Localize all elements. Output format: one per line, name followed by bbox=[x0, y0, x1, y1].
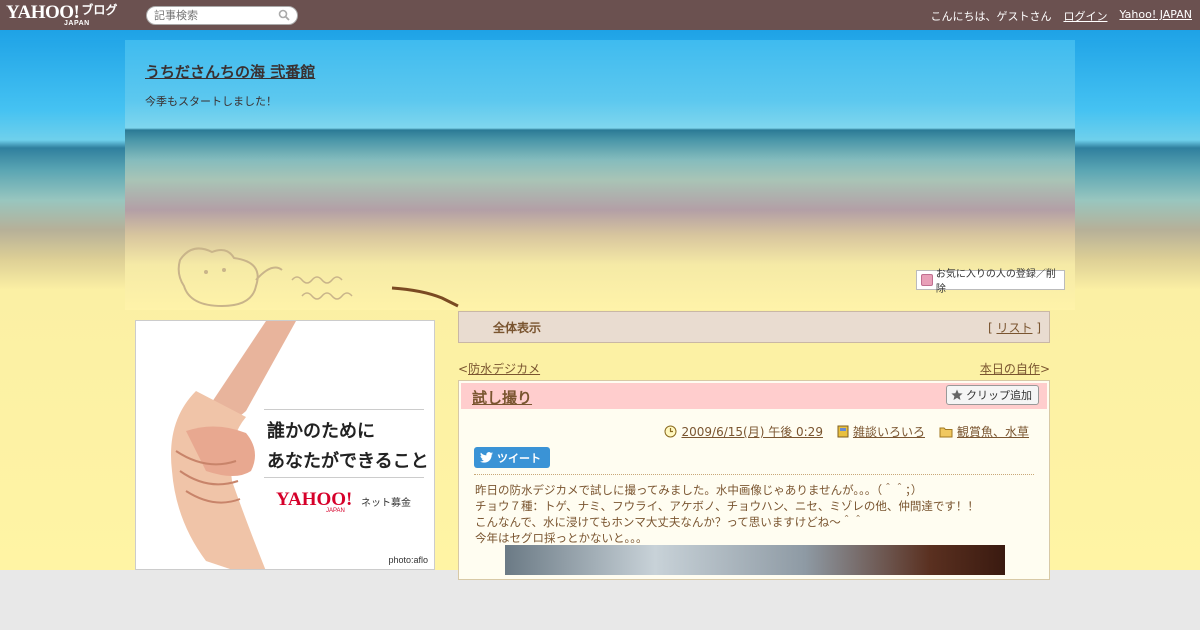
category-all-label: 全体表示 bbox=[493, 320, 542, 335]
book-icon bbox=[837, 425, 849, 438]
prev-arrow: < bbox=[458, 362, 469, 376]
bracket-open: [ bbox=[987, 320, 993, 335]
category-bar: 全体表示 [ リスト ] bbox=[458, 311, 1050, 343]
ad-line-1: 誰かのために bbox=[267, 421, 375, 442]
next-arrow: > bbox=[1039, 362, 1050, 376]
favorite-icon bbox=[921, 274, 933, 286]
clip-add-label: クリップ追加 bbox=[966, 389, 1032, 402]
sand-drawing-image bbox=[177, 247, 459, 308]
post-date-link[interactable]: 2009/6/15(月) 午後 0:29 bbox=[681, 423, 822, 440]
login-link[interactable]: ログイン bbox=[1063, 8, 1107, 24]
post-header: 試し撮り クリップ追加 bbox=[461, 383, 1047, 409]
post-meta: 2009/6/15(月) 午後 0:29 雑談いろいろ 観賞魚、水草 bbox=[664, 423, 1029, 440]
ad-divider bbox=[264, 477, 424, 478]
list-link[interactable]: リスト bbox=[996, 321, 1032, 335]
prev-post: <防水デジカメ bbox=[458, 360, 540, 377]
next-post-link[interactable]: 本日の自作 bbox=[980, 362, 1040, 376]
clip-add-button[interactable]: クリップ追加 bbox=[946, 385, 1039, 405]
post-photo[interactable] bbox=[505, 545, 1005, 575]
post-body-line: チョウ７種：トゲ、ナミ、フウライ、アケボノ、チョウハン、ニセ、ミゾレの他、仲間達… bbox=[475, 499, 979, 513]
post-body-line: 昨日の防水デジカメで試しに撮ってみました。水中画像じゃありませんが。。。（＾＾；… bbox=[475, 483, 923, 497]
prev-post-link[interactable]: 防水デジカメ bbox=[468, 362, 540, 376]
ad-photo-credit: photo:aflo bbox=[388, 555, 428, 565]
yahoo-japan-link[interactable]: Yahoo! JAPAN bbox=[1119, 8, 1192, 24]
search-box bbox=[146, 6, 298, 25]
blog-description: 今季もスタートしました！ bbox=[145, 95, 277, 108]
post-navigation: <防水デジカメ 本日の自作> bbox=[458, 360, 1050, 377]
ad-divider bbox=[264, 409, 424, 410]
tweet-button[interactable]: ツイート bbox=[474, 447, 550, 468]
tweet-label: ツイート bbox=[497, 451, 541, 465]
ad-yahoo-logo-sub: JAPAN bbox=[326, 508, 345, 514]
yahoo-blog-logo[interactable]: YAHOO! ブログ JAPAN bbox=[6, 3, 118, 27]
post-category2-item: 観賞魚、水草 bbox=[939, 423, 1029, 440]
post-body: 昨日の防水デジカメで試しに撮ってみました。水中画像じゃありませんが。。。（＾＾；… bbox=[475, 482, 1035, 546]
post-category2-link[interactable]: 観賞魚、水草 bbox=[957, 423, 1029, 440]
favorite-register-button[interactable]: お気に入りの人の登録／削除 bbox=[916, 269, 1065, 295]
ad-line-2: あなたができること bbox=[267, 451, 429, 472]
logo-sub: JAPAN bbox=[64, 20, 90, 27]
star-icon bbox=[951, 389, 963, 400]
favorite-register-label: お気に入りの人の登録／削除 bbox=[935, 269, 1056, 295]
post-title[interactable]: 試し撮り bbox=[472, 387, 532, 408]
twitter-bird-icon bbox=[480, 452, 493, 463]
greeting-text: こんにちは、ゲストさん bbox=[930, 10, 1052, 23]
bracket-close: ] bbox=[1036, 320, 1041, 335]
hands-photo-image bbox=[171, 321, 296, 569]
ad-service-label: ネット募金 bbox=[361, 498, 411, 509]
post-category1-link[interactable]: 雑談いろいろ bbox=[853, 423, 925, 440]
search-input[interactable] bbox=[154, 7, 279, 24]
blog-post: 試し撮り クリップ追加 2009/6/15(月) 午後 0:29 雑談いろいろ bbox=[458, 380, 1050, 580]
list-link-wrapper: [ リスト ] bbox=[988, 319, 1041, 336]
next-post: 本日の自作> bbox=[980, 360, 1050, 377]
top-bar: YAHOO!ブログ JAPAN こんにちは、ゲストさん ログイン Yahoo! … bbox=[0, 0, 1200, 30]
post-category1-item: 雑談いろいろ bbox=[837, 423, 925, 440]
blog-title[interactable]: うちださんちの海 弐番館 bbox=[145, 61, 315, 82]
post-body-line: 今年はセグロ採っとかないと。。。 bbox=[475, 531, 648, 545]
logo-service: ブログ bbox=[81, 3, 118, 17]
folder-icon bbox=[939, 427, 953, 437]
post-body-line: こんなんで、水に浸けてもホンマ大丈夫なんか？って思いますけどね～＾＾ bbox=[475, 515, 864, 529]
search-icon[interactable] bbox=[278, 9, 290, 21]
user-links: こんにちは、ゲストさん ログイン Yahoo! JAPAN bbox=[930, 8, 1192, 24]
clock-icon bbox=[664, 425, 677, 438]
donation-ad-banner[interactable]: 誰かのために あなたができること YAHOO! JAPAN ネット募金 phot… bbox=[135, 320, 435, 570]
post-date-item: 2009/6/15(月) 午後 0:29 bbox=[664, 423, 823, 440]
post-divider bbox=[474, 474, 1034, 475]
